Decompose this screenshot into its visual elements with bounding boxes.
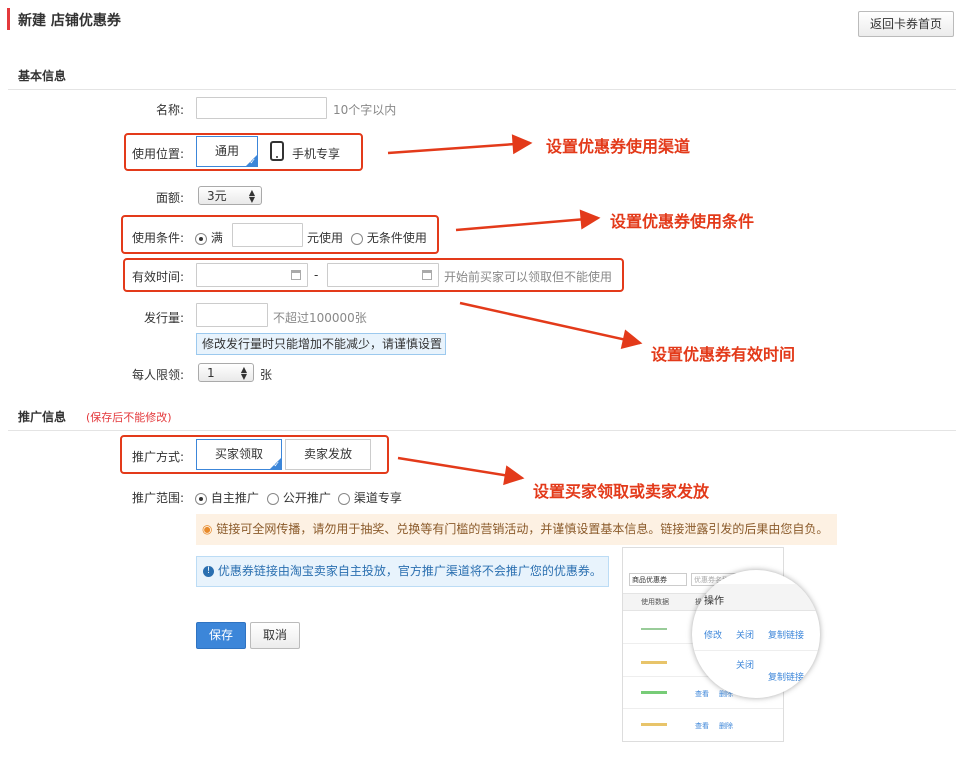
condition-full-text: 满	[210, 231, 223, 245]
method-option-seller-label: 卖家发放	[303, 447, 352, 461]
arrow-channel	[387, 134, 533, 155]
preview-col-usage: 使用数据	[641, 598, 669, 606]
section-title-promo: 推广信息	[18, 410, 67, 424]
condition-none-text: 无条件使用	[366, 231, 427, 245]
magnifier-link-edit: 修改	[704, 631, 723, 641]
name-label: 名称:	[155, 103, 184, 117]
preview-link-delete: 删除	[719, 722, 733, 730]
section-divider	[8, 430, 956, 431]
section-divider	[8, 89, 956, 90]
info-icon: !	[203, 566, 214, 577]
quantity-input[interactable]	[196, 303, 268, 327]
magnifier-col-ops: 操作	[704, 596, 724, 607]
quantity-label: 发行量:	[143, 311, 184, 325]
name-input[interactable]	[196, 97, 327, 119]
section-title-basic: 基本信息	[18, 69, 67, 83]
calendar-icon[interactable]	[291, 270, 301, 280]
scope-public-text: 公开推广	[282, 491, 331, 505]
method-label: 推广方式:	[132, 450, 185, 464]
condition-label: 使用条件:	[132, 231, 185, 245]
scope-radio-public[interactable]: 公开推广	[267, 489, 331, 506]
validity-hint: 开始前买家可以领取但不能使用	[444, 270, 613, 284]
annotation-text-condition: 设置优惠券使用条件	[610, 212, 755, 231]
calendar-icon[interactable]	[422, 270, 432, 280]
cancel-button[interactable]: 取消	[250, 622, 300, 649]
annotation-text-channel: 设置优惠券使用渠道	[546, 137, 691, 156]
check-icon: ✓	[273, 460, 280, 469]
warning-bar: ◉ 链接可全网传播，请勿用于抽奖、兑换等有门槛的营销活动，并谨慎设置基本信息。链…	[196, 514, 837, 545]
annotation-text-method: 设置买家领取或卖家发放	[533, 482, 710, 501]
method-option-buyer-label: 买家领取	[214, 447, 263, 461]
back-to-coupon-home-button[interactable]: 返回卡券首页	[858, 11, 954, 37]
position-label: 使用位置:	[132, 147, 185, 161]
condition-suffix: 元使用	[307, 231, 344, 245]
condition-radio-none[interactable]: 无条件使用	[351, 229, 427, 246]
magnifier-link-close: 关闭	[736, 631, 755, 641]
amount-select-value: 3元	[207, 189, 227, 203]
preview-usage-bar	[641, 661, 667, 664]
magnifier-link-copy: 复制链接	[768, 631, 805, 641]
validity-label: 有效时间:	[132, 270, 185, 284]
radio-public[interactable]	[267, 492, 279, 505]
validity-start-input[interactable]	[196, 263, 308, 287]
arrow-validity	[459, 301, 643, 349]
updown-arrow-icon: ▲ ▼	[248, 188, 255, 204]
section-note-promo: (保存后不能修改)	[86, 411, 172, 424]
scope-channel-text: 渠道专享	[353, 491, 402, 505]
magnifier-link-close: 关闭	[736, 661, 755, 671]
preview-filter-select: 商品优惠券	[629, 573, 687, 586]
arrow-condition	[455, 209, 601, 232]
position-option-general-label: 通用	[214, 144, 239, 158]
preview-usage-bar	[641, 628, 667, 630]
preview-usage-bar	[641, 723, 667, 726]
info-text: 优惠券链接由淘宝卖家自主投放，官方推广渠道将不会推广您的优惠券。	[217, 564, 602, 578]
name-hint: 10个字以内	[333, 103, 397, 117]
preview-link-view: 查看	[695, 690, 709, 698]
check-icon: ✓	[249, 157, 256, 166]
method-option-seller[interactable]: 卖家发放	[285, 439, 371, 470]
annotation-text-validity: 设置优惠券有效时间	[651, 345, 796, 364]
validity-end-input[interactable]	[327, 263, 439, 287]
amount-label: 面额:	[155, 191, 184, 205]
info-bar: ! 优惠券链接由淘宝卖家自主投放，官方推广渠道将不会推广您的优惠券。	[196, 556, 609, 587]
preview-row-divider	[623, 708, 783, 709]
amount-select[interactable]: 3元 ▲ ▼	[198, 186, 262, 205]
validity-dash: -	[314, 268, 319, 282]
arrow-method	[397, 456, 525, 486]
limit-unit: 张	[260, 368, 273, 382]
method-option-buyer[interactable]: 买家领取 ✓	[196, 439, 282, 470]
scope-radio-self[interactable]: 自主推广	[195, 489, 259, 506]
radio-full[interactable]	[195, 232, 207, 245]
title-accent-bar	[7, 8, 10, 30]
position-option-mobile[interactable]: 手机专享	[292, 145, 340, 162]
radio-channel[interactable]	[338, 492, 350, 505]
magnifier-link-copy: 复制链接	[768, 673, 805, 683]
radio-none[interactable]	[351, 232, 363, 245]
quantity-hint: 不超过100000张	[273, 311, 367, 325]
condition-amount-input[interactable]	[232, 223, 303, 247]
page-title: 新建 店铺优惠券	[18, 13, 121, 29]
warning-text: 链接可全网传播，请勿用于抽奖、兑换等有门槛的营销活动，并谨慎设置基本信息。链接泄…	[216, 522, 829, 536]
scope-radio-channel[interactable]: 渠道专享	[338, 489, 402, 506]
scope-label: 推广范围:	[132, 491, 185, 505]
bell-icon: ◉	[202, 522, 213, 536]
updown-arrow-icon: ▲ ▼	[240, 365, 247, 381]
quantity-tip: 修改发行量时只能增加不能减少，请谨慎设置	[196, 333, 446, 355]
limit-select[interactable]: 1 ▲ ▼	[198, 363, 254, 382]
preview-magnifier: 操作 修改 关闭 复制链接 关闭 复制链接	[692, 570, 820, 698]
mobile-phone-icon	[270, 141, 284, 161]
scope-self-text: 自主推广	[210, 491, 259, 505]
limit-select-value: 1	[207, 366, 215, 380]
limit-label: 每人限领:	[131, 368, 184, 382]
position-option-general[interactable]: 通用 ✓	[196, 136, 258, 167]
preview-usage-bar	[641, 691, 667, 694]
magnifier-row-divider	[692, 650, 820, 651]
save-button[interactable]: 保存	[196, 622, 246, 649]
condition-radio-full[interactable]: 满	[195, 229, 223, 246]
radio-self[interactable]	[195, 492, 207, 505]
preview-link-view: 查看	[695, 722, 709, 730]
